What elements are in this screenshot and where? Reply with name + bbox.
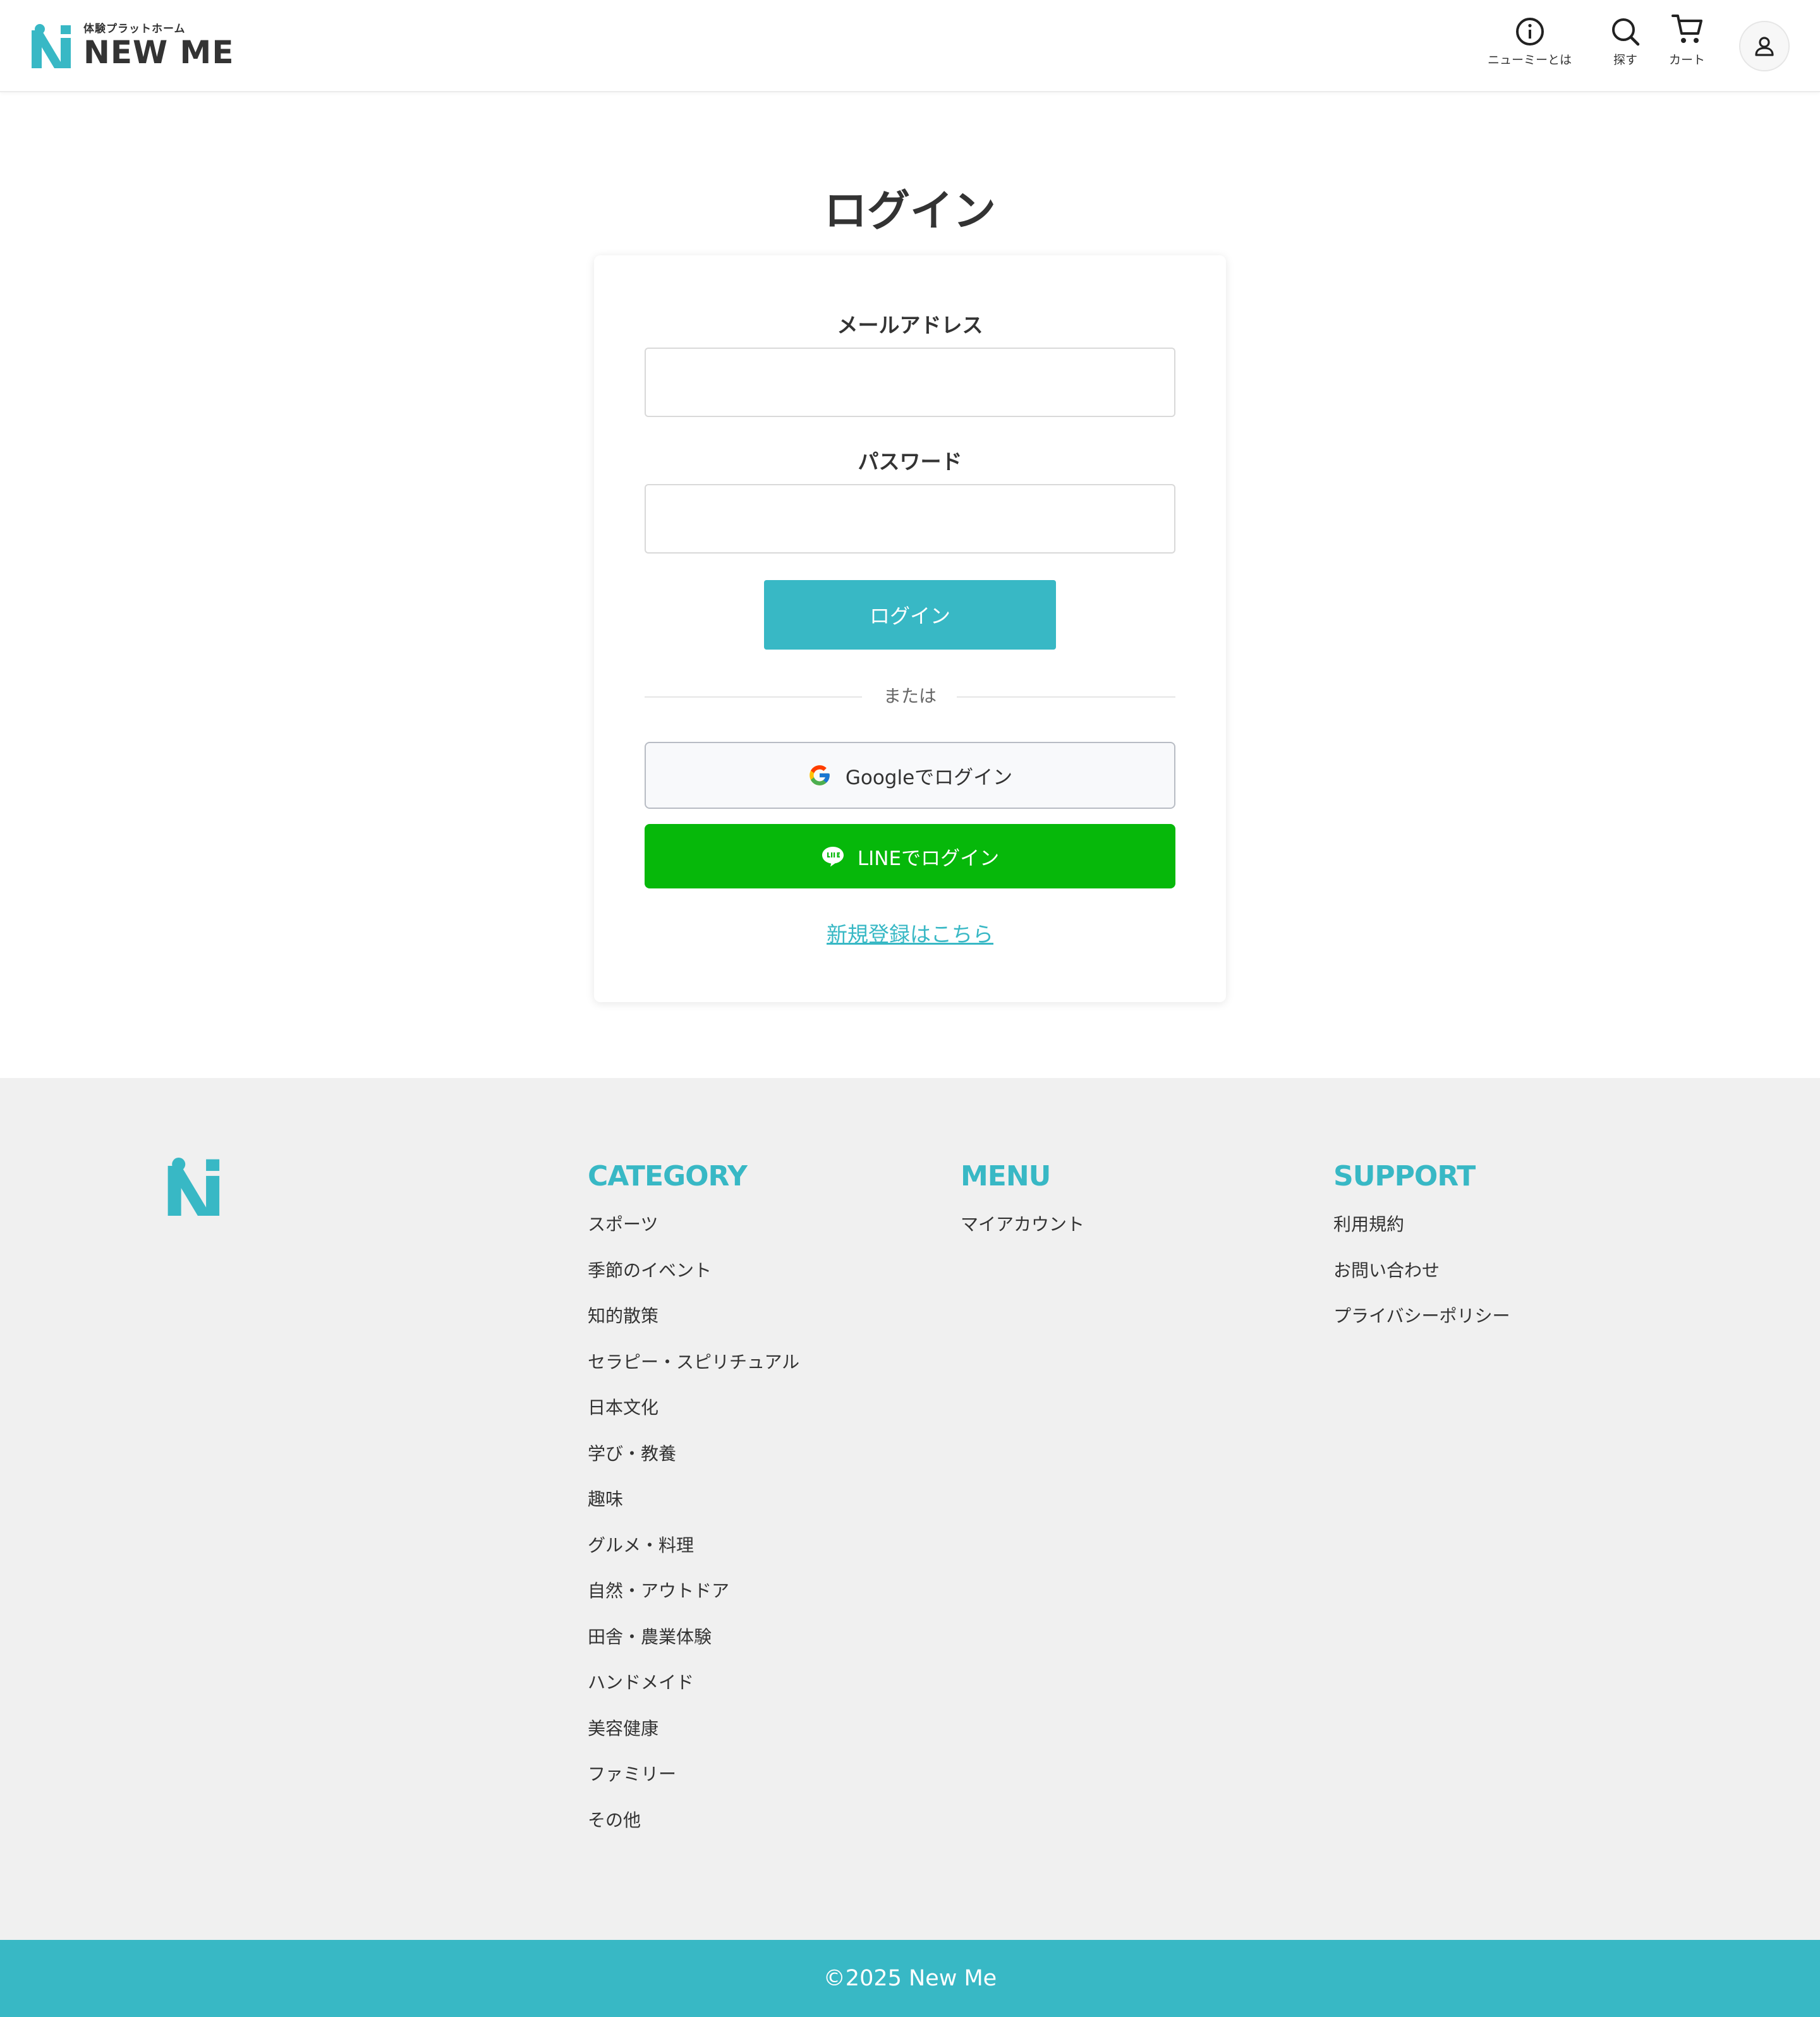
footer-category-link[interactable]: 知的散策 (588, 1304, 799, 1350)
footer-category-link[interactable]: 季節のイベント (588, 1258, 799, 1304)
footer-category-link[interactable]: ハンドメイド (588, 1670, 799, 1716)
footer-category-link[interactable]: その他 (588, 1808, 799, 1854)
footer-menu-list: マイアカウント (961, 1212, 1084, 1258)
nav-about-label: ニューミーとは (1488, 53, 1572, 67)
google-icon (809, 765, 830, 785)
google-login-label: Googleでログイン (845, 766, 1013, 789)
or-divider: または (645, 684, 1175, 709)
footer-category-link[interactable]: 自然・アウトドア (588, 1578, 799, 1625)
password-field[interactable] (645, 484, 1175, 554)
footer-support-title: SUPPORT (1333, 1160, 1476, 1192)
line-login-label: LINEでログイン (857, 847, 1000, 870)
footer-category-link[interactable]: セラピー・スピリチュアル (588, 1350, 799, 1396)
nav-cart[interactable]: カート (1669, 13, 1705, 68)
page-title: ログイン (823, 186, 996, 236)
footer-category-list: スポーツ 季節のイベント 知的散策 セラピー・スピリチュアル 日本文化 学び・教… (588, 1212, 799, 1853)
site-footer: CATEGORY スポーツ 季節のイベント 知的散策 セラピー・スピリチュアル … (0, 1078, 1820, 1940)
footer-logo-icon[interactable] (167, 1158, 224, 1216)
copyright-bar: ©2025 New Me (0, 1940, 1820, 2017)
footer-category-link[interactable]: ファミリー (588, 1762, 799, 1808)
register-link[interactable]: 新規登録はこちら (594, 918, 1226, 948)
logo-title: NEW ME (83, 34, 234, 71)
footer-support-link-privacy[interactable]: プライバシーポリシー (1333, 1304, 1510, 1350)
footer-category-link[interactable]: グルメ・料理 (588, 1533, 799, 1579)
nav-search[interactable]: 探す (1610, 16, 1641, 68)
divider-text: または (883, 686, 937, 706)
site-logo[interactable]: 体験プラットホーム NEW ME (32, 23, 234, 70)
footer-category-link[interactable]: 美容健康 (588, 1716, 799, 1762)
line-icon (822, 847, 844, 867)
info-icon (1515, 18, 1544, 45)
account-button[interactable] (1739, 21, 1790, 71)
email-field[interactable] (645, 348, 1175, 417)
footer-category-link[interactable]: 学び・教養 (588, 1441, 799, 1487)
footer-category-title: CATEGORY (588, 1160, 748, 1192)
footer-category: CATEGORY スポーツ 季節のイベント 知的散策 セラピー・スピリチュアル … (588, 1158, 799, 1853)
footer-support: SUPPORT 利用規約 お問い合わせ プライバシーポリシー (1333, 1158, 1510, 1350)
email-label: メールアドレス (837, 313, 983, 337)
footer-menu: MENU マイアカウント (961, 1158, 1084, 1258)
footer-category-link[interactable]: スポーツ (588, 1212, 799, 1258)
user-icon (1755, 37, 1774, 56)
footer-support-list: 利用規約 お問い合わせ プライバシーポリシー (1333, 1212, 1510, 1350)
footer-support-link-contact[interactable]: お問い合わせ (1333, 1258, 1510, 1304)
cart-icon (1671, 15, 1702, 43)
site-header: 体験プラットホーム NEW ME ニューミーとは 探す カート (0, 0, 1820, 92)
footer-menu-title: MENU (961, 1160, 1051, 1192)
copyright-text: ©2025 New Me (823, 1966, 997, 1991)
login-card: メールアドレス パスワード ログイン または Googleでログイン LINEで… (594, 255, 1226, 1002)
logo-mark-icon (32, 24, 71, 68)
nav-cart-label: カート (1669, 53, 1706, 67)
line-login-button[interactable]: LINEでログイン (645, 824, 1175, 888)
footer-category-link[interactable]: 田舎・農業体験 (588, 1625, 799, 1671)
nav-search-label: 探す (1613, 53, 1637, 67)
password-label: パスワード (858, 449, 962, 474)
footer-support-link-terms[interactable]: 利用規約 (1333, 1212, 1510, 1258)
footer-category-link[interactable]: 趣味 (588, 1487, 799, 1533)
search-icon (1612, 18, 1640, 46)
login-button[interactable]: ログイン (764, 580, 1056, 650)
google-login-button[interactable]: Googleでログイン (645, 742, 1175, 809)
footer-menu-link-my-account[interactable]: マイアカウント (961, 1212, 1084, 1258)
logo-subtitle: 体験プラットホーム (83, 23, 186, 35)
footer-category-link[interactable]: 日本文化 (588, 1395, 799, 1441)
nav-about[interactable]: ニューミーとは (1488, 16, 1572, 68)
